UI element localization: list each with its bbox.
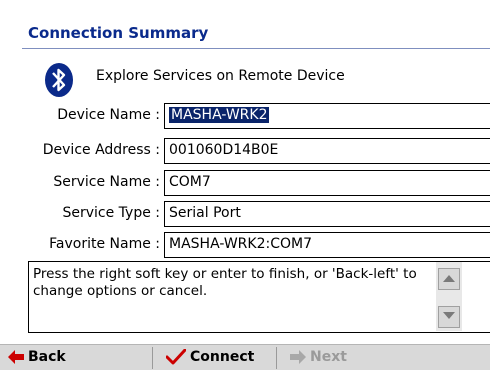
- device-name-label: Device Name :: [57, 107, 160, 123]
- title-divider: [22, 48, 490, 49]
- device-name-field[interactable]: MASHA-WRK2: [164, 103, 490, 129]
- back-arrow-icon: [8, 350, 24, 364]
- next-softkey[interactable]: Next: [290, 349, 347, 365]
- softkey-bar: Back Connect Next: [0, 344, 490, 370]
- service-type-label: Service Type :: [62, 205, 160, 221]
- service-type-row: Service Type : Serial Port: [0, 201, 490, 229]
- info-text: Press the right soft key or enter to fin…: [33, 266, 417, 299]
- scroll-up-icon: [443, 275, 455, 282]
- device-address-field[interactable]: 001060D14B0E: [164, 138, 490, 164]
- bluetooth-icon: [44, 62, 74, 98]
- device-address-label: Device Address :: [42, 142, 160, 158]
- device-name-row: Device Name : MASHA-WRK2: [0, 103, 490, 131]
- back-softkey[interactable]: Back: [8, 349, 66, 365]
- service-type-field[interactable]: Serial Port: [164, 201, 490, 227]
- service-name-value: COM7: [169, 174, 211, 190]
- service-name-row: Service Name : COM7: [0, 170, 490, 198]
- connect-label: Connect: [190, 349, 255, 365]
- device-name-value: MASHA-WRK2: [169, 107, 270, 123]
- intro-text: Explore Services on Remote Device: [96, 68, 345, 84]
- next-label: Next: [310, 349, 347, 365]
- softkey-divider: [276, 347, 277, 369]
- device-address-row: Device Address : 001060D14B0E: [0, 138, 490, 166]
- favorite-name-row: Favorite Name : MASHA-WRK2:COM7: [0, 232, 490, 260]
- service-type-value: Serial Port: [169, 205, 241, 221]
- back-label: Back: [28, 349, 66, 365]
- favorite-name-label: Favorite Name :: [49, 236, 160, 252]
- device-address-value: 001060D14B0E: [169, 142, 279, 158]
- info-scrollbar[interactable]: [436, 262, 462, 331]
- favorite-name-field[interactable]: MASHA-WRK2:COM7: [164, 232, 490, 258]
- connection-summary-screen: Connection Summary Explore Services on R…: [0, 0, 490, 370]
- scroll-up-button[interactable]: [438, 268, 460, 290]
- scroll-down-button[interactable]: [438, 306, 460, 328]
- service-name-field[interactable]: COM7: [164, 170, 490, 196]
- info-box: Press the right soft key or enter to fin…: [28, 261, 490, 333]
- checkmark-icon: [166, 349, 186, 365]
- service-name-label: Service Name :: [53, 174, 160, 190]
- page-title: Connection Summary: [28, 24, 209, 42]
- next-arrow-icon: [290, 350, 306, 364]
- softkey-divider: [152, 347, 153, 369]
- connect-softkey[interactable]: Connect: [166, 349, 254, 365]
- scroll-down-icon: [443, 312, 455, 319]
- favorite-name-value: MASHA-WRK2:COM7: [169, 236, 312, 252]
